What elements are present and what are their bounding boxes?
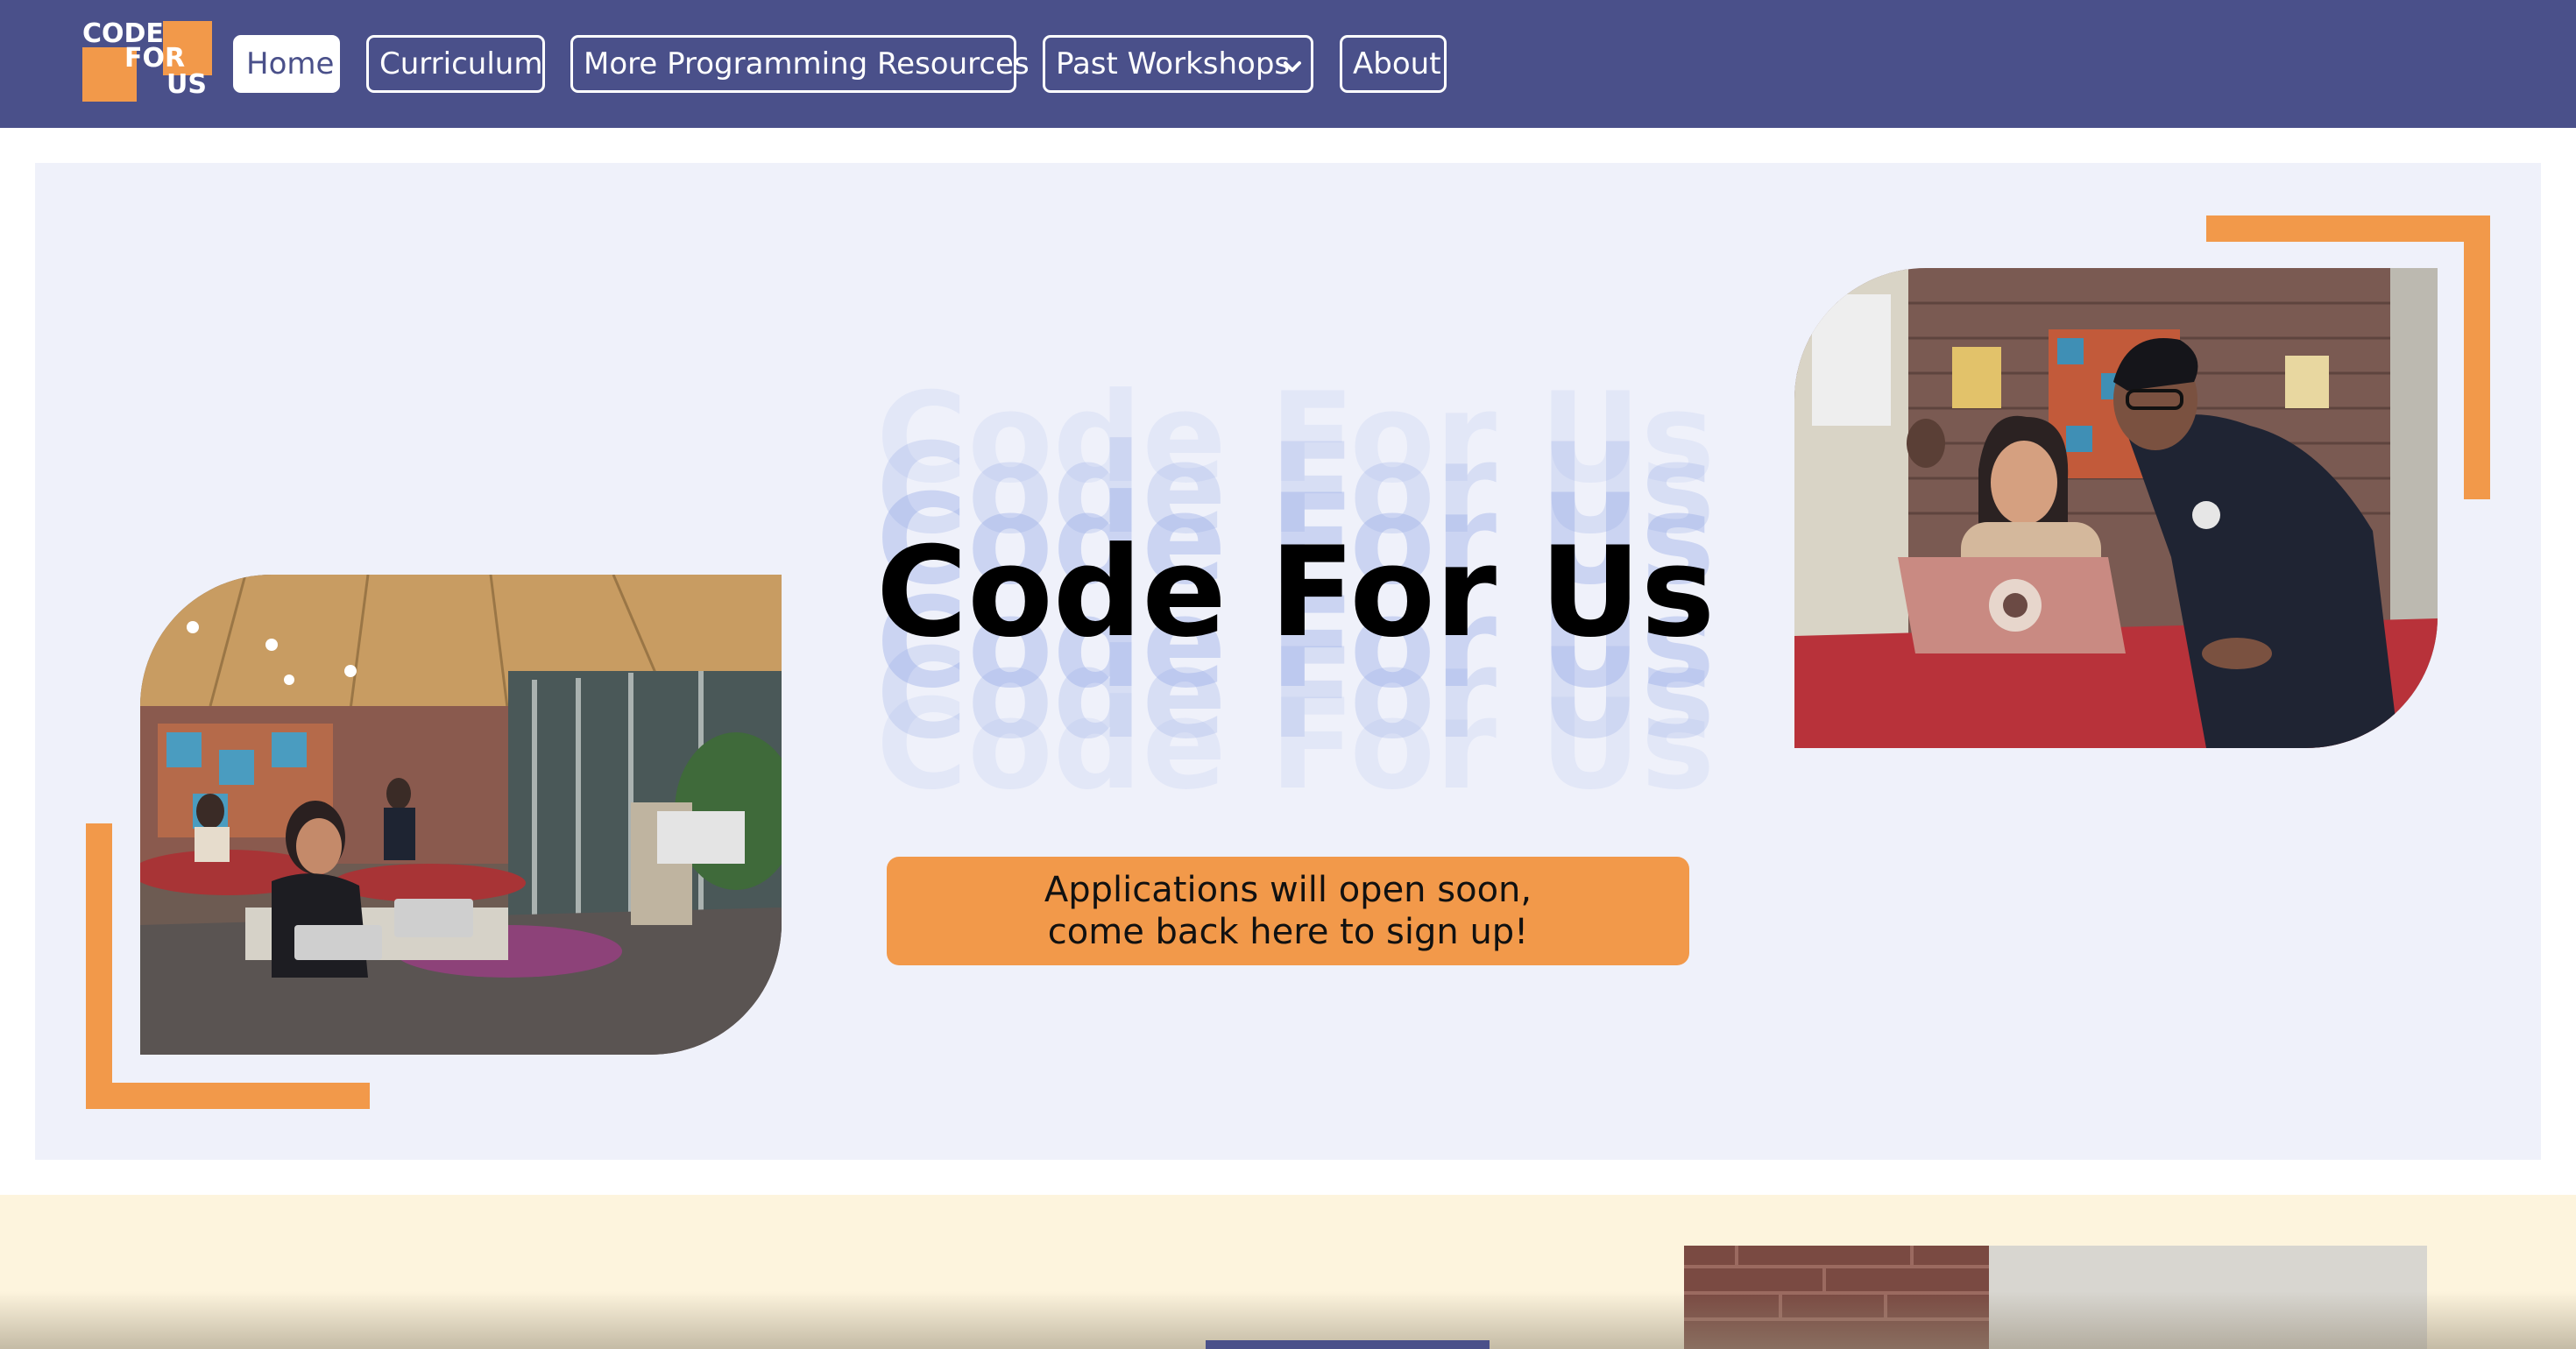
top-navigation-bar: CODE FOR US Home Curriculum More Program… — [0, 0, 2576, 128]
applications-notice-line2: come back here to sign up! — [1047, 912, 1529, 952]
chevron-down-icon — [1284, 61, 1301, 72]
decorative-corner-bracket — [86, 1083, 370, 1109]
decorative-corner-bracket — [86, 823, 112, 1109]
section-accent-bar — [1206, 1340, 1490, 1349]
hero-title: Code For Us — [876, 520, 1716, 665]
hero-photo-mentoring — [1794, 268, 2438, 748]
logo-text-line2: FOR — [124, 43, 186, 74]
nav-about-link[interactable]: About — [1340, 35, 1447, 93]
decorative-corner-bracket — [2206, 215, 2490, 242]
nav-more-resources-label: More Programming Resources — [584, 46, 1030, 81]
nav-past-workshops-label: Past Workshops — [1056, 46, 1291, 81]
nav-home-link[interactable]: Home — [233, 35, 340, 93]
applications-notice-line1: Applications will open soon, — [1044, 870, 1532, 910]
applications-notice-banner: Applications will open soon, come back h… — [887, 857, 1689, 965]
nav-about-label: About — [1353, 46, 1441, 81]
nav-curriculum-link[interactable]: Curriculum — [366, 35, 545, 93]
second-section — [0, 1195, 2576, 1349]
nav-more-resources-link[interactable]: More Programming Resources — [570, 35, 1030, 93]
nav-past-workshops-dropdown[interactable]: Past Workshops — [1043, 35, 1313, 93]
nav-curriculum-label: Curriculum — [379, 46, 543, 81]
code-for-us-logo[interactable]: CODE FOR US — [82, 21, 212, 102]
hero-photo-workshop-room — [140, 575, 782, 1055]
nav-home-label: Home — [246, 46, 335, 81]
decorative-corner-bracket — [2464, 215, 2490, 499]
logo-text-line3: US — [166, 69, 207, 100]
title-echo-text: Code For Us — [876, 673, 1716, 817]
